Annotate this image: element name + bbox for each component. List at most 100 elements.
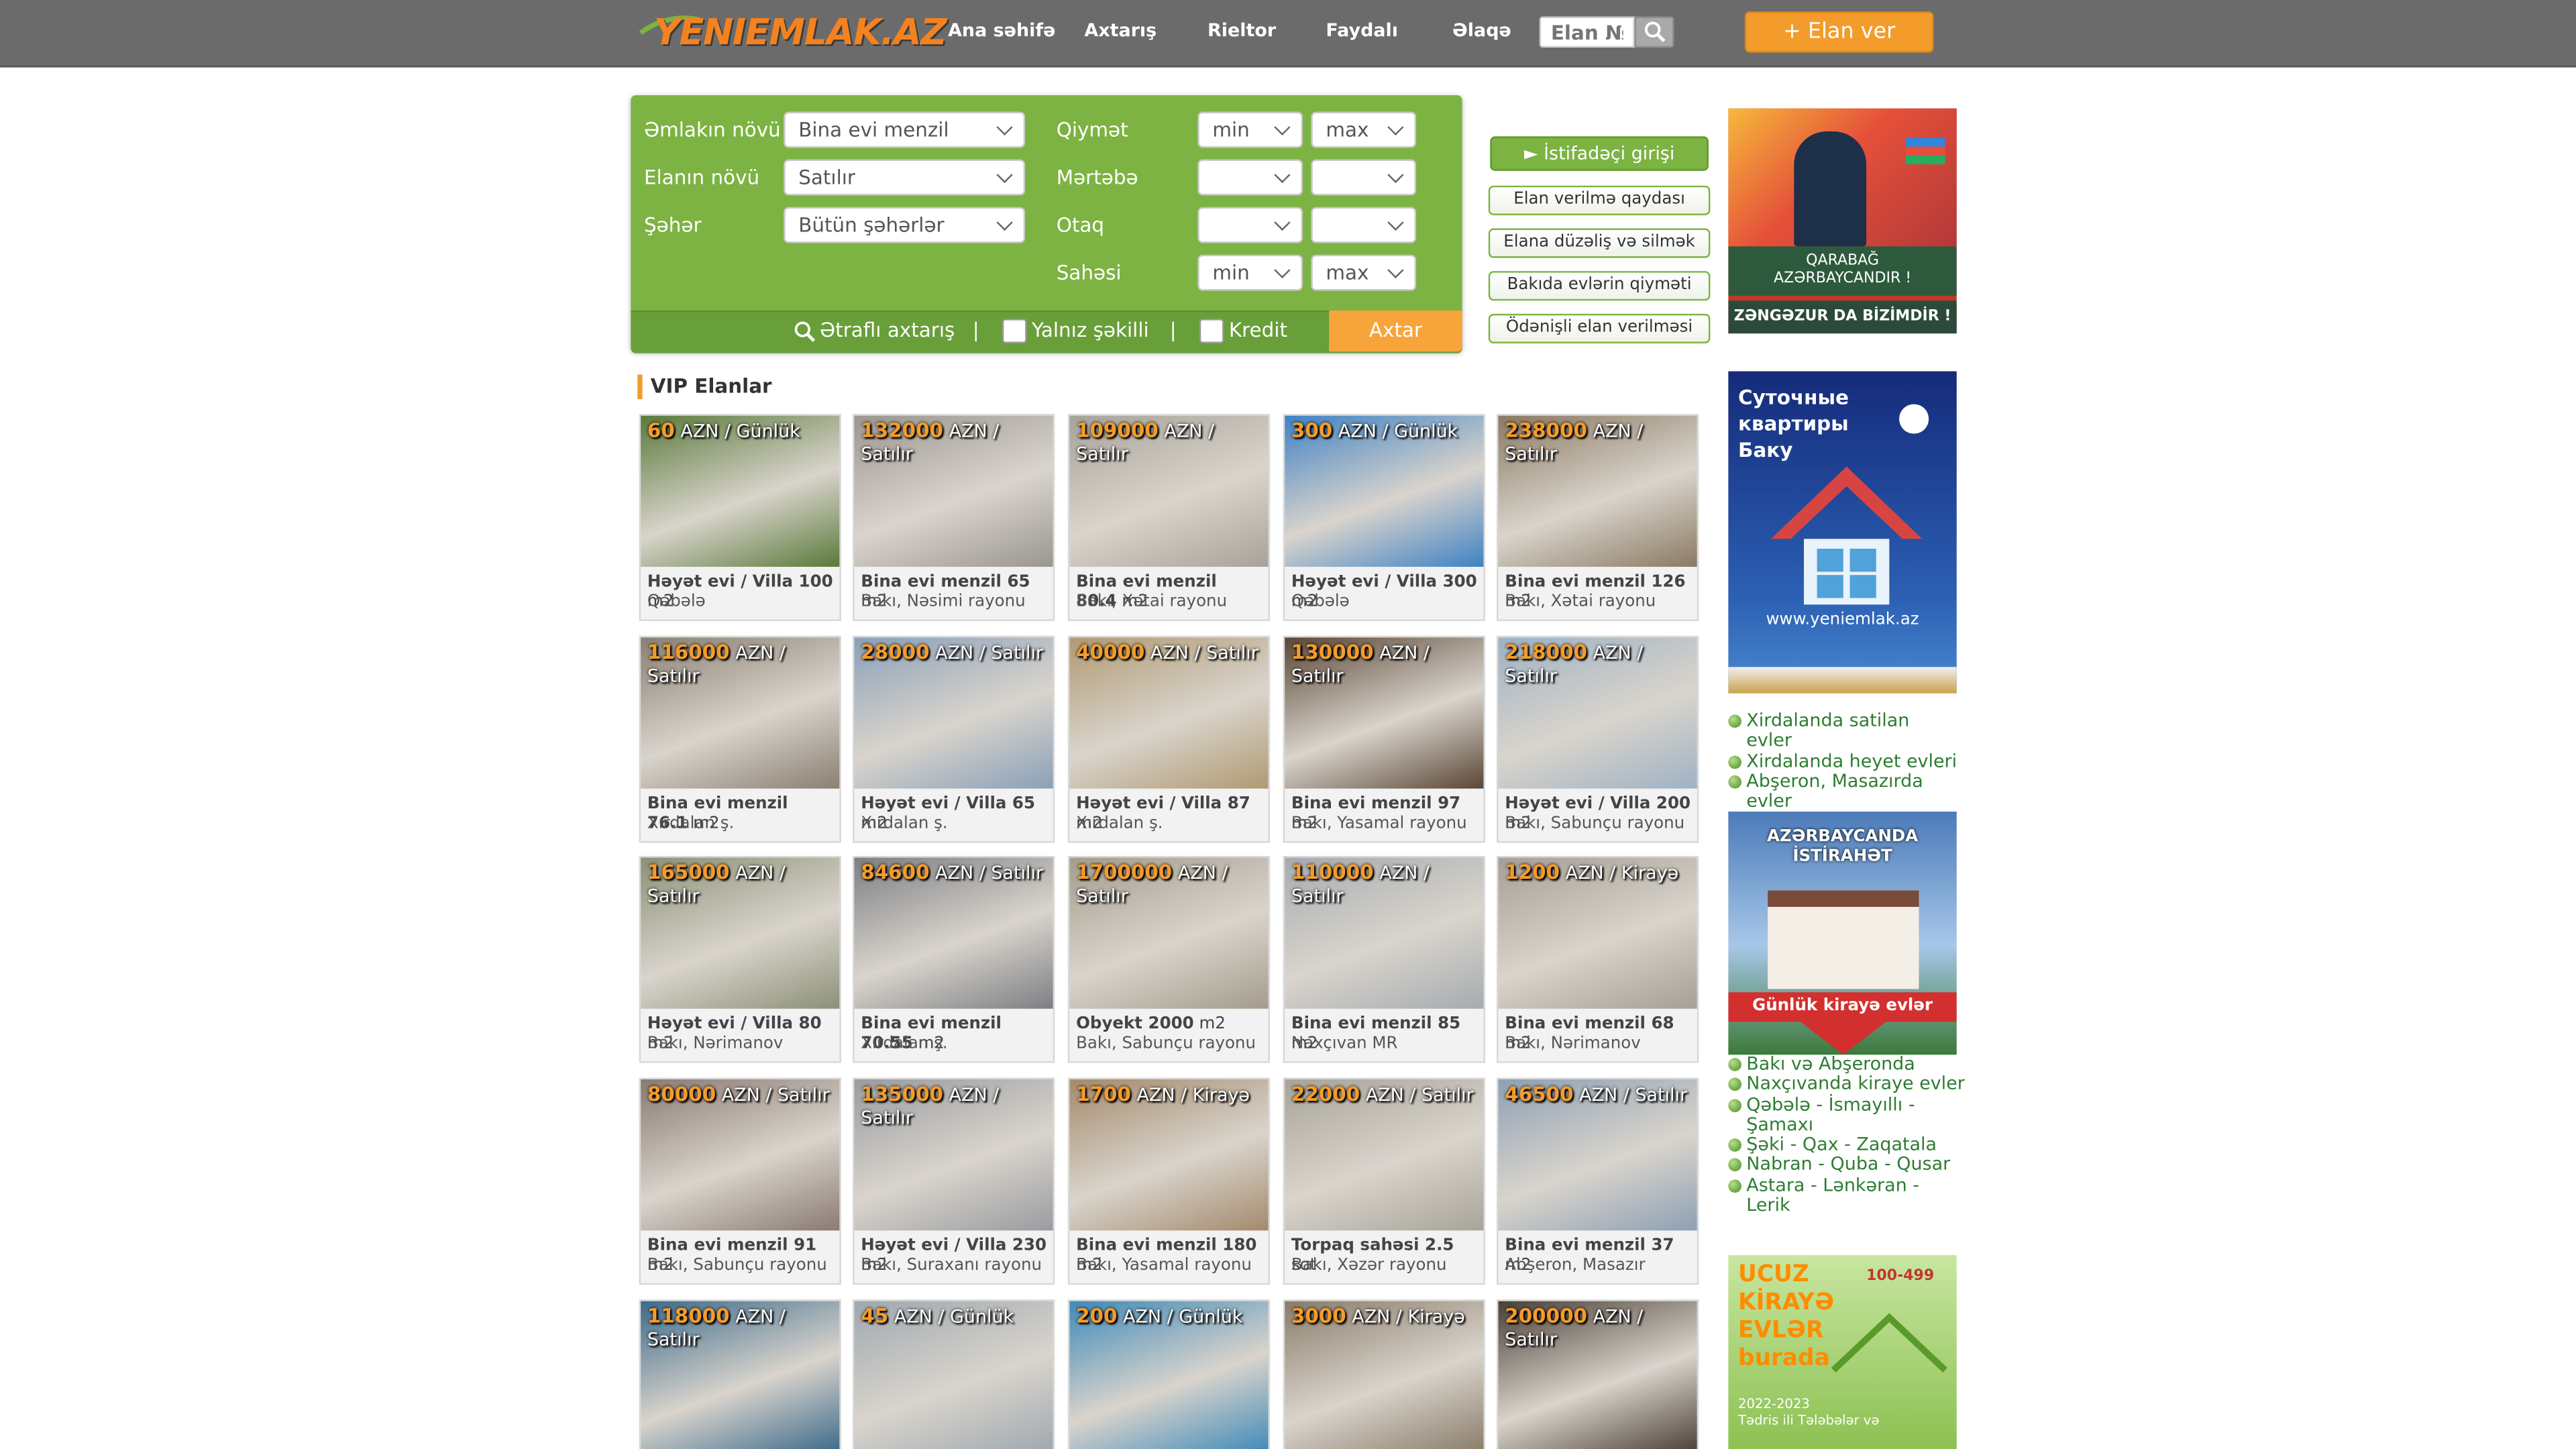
price-value: 84600 [861,861,930,884]
listing-price: 40000 AZN / Satılır [1076,641,1263,665]
listing-type: Həyət evi / Villa [647,573,794,592]
side-link[interactable]: Xirdalanda heyet evleri [1728,751,1958,772]
house-icon [1771,466,1923,605]
listing-card[interactable]: 3000 AZN / Kirayə [1283,1299,1485,1449]
price-value: 165000 [647,861,730,884]
area-min-select[interactable]: min [1197,254,1303,291]
listing-card[interactable]: 46500 AZN / Satılır Bina evi menzil 37 m2… [1497,1077,1699,1285]
nav-useful[interactable]: Faydalı [1326,19,1398,41]
side-link[interactable]: Astara - Lənkəran - Lerik [1728,1175,1966,1216]
listing-card[interactable]: 118000 AZN / Satılır [639,1299,841,1449]
listing-location: Bakı, Xəzər rayonu [1291,1256,1447,1275]
listing-price: 165000 AZN / Satılır [647,861,835,908]
site-logo[interactable]: YENIEMLAK.AZ [637,7,947,59]
listing-size: 126 [1651,573,1686,592]
listing-card[interactable]: 109000 AZN / Satılır Bina evi menzil 80.4… [1067,414,1271,621]
listing-type-size: Həyət evi / Villa 65 [861,795,1035,813]
price-value: 22000 [1291,1082,1360,1106]
advanced-search-link[interactable]: Ətraflı axtarış [820,319,955,341]
listing-card[interactable]: 218000 AZN / Satılır Həyət evi / Villa 20… [1497,635,1699,843]
listing-search-button[interactable] [1634,16,1674,48]
listing-card[interactable]: 80000 AZN / Satılır Bina evi menzil 91 m2… [639,1077,841,1285]
side-link[interactable]: Qəbələ - İsmayıllı - Şamaxı [1728,1094,1966,1135]
listing-size: 97 [1438,795,1461,814]
nav-search[interactable]: Axtarış [1084,19,1157,41]
listing-card[interactable]: 300 AZN / Günlük Həyət evi / Villa 300 m2… [1283,414,1485,621]
listing-card[interactable]: 28000 AZN / Satılır Həyət evi / Villa 65 … [853,635,1055,843]
listing-card[interactable]: 1700 AZN / Kirayə Bina evi menzil 180 m2 B… [1067,1077,1271,1285]
side-link[interactable]: Bakı və Abşeronda [1728,1053,1966,1075]
floor-min-select[interactable] [1197,159,1303,196]
listing-type: Bina evi menzil [647,795,788,814]
listing-number-input[interactable] [1539,16,1635,48]
listing-card[interactable]: 60 AZN / Günlük Həyət evi / Villa 100 m2 Q… [639,414,841,621]
page-root: YENIEMLAK.AZ Ana səhifə Axtarış Rieltor … [0,0,2576,1449]
side-link[interactable]: Şəki - Qax - Zaqatala [1728,1134,1966,1156]
listing-card[interactable]: 84600 AZN / Satılır Bina evi menzil 70.55… [853,855,1055,1063]
price-value: 60 [647,419,675,442]
listing-card[interactable]: 45 AZN / Günlük [853,1299,1055,1449]
nav-realtor[interactable]: Rieltor [1208,19,1276,41]
listing-location: Abşeron, Masazır [1505,1256,1646,1275]
listing-card[interactable]: 1200 AZN / Kirayə Bina evi menzil 68 m2 Ba… [1497,855,1699,1063]
property-type-select[interactable]: Bina evi menzil [784,111,1026,148]
listing-card[interactable]: 110000 AZN / Satılır Bina evi menzil 85 m… [1283,855,1485,1063]
listing-card[interactable]: 165000 AZN / Satılır Həyət evi / Villa 80… [639,855,841,1063]
credit-checkbox[interactable] [1199,319,1224,343]
listing-price: 132000 AZN / Satılır [861,419,1048,466]
nav-home[interactable]: Ana səhifə [948,19,1055,41]
city-select[interactable]: Bütün şəhərlər [784,207,1026,244]
side-link[interactable]: Nabran - Quba - Qusar [1728,1155,1966,1176]
listing-type-size: Bina evi menzil 65 [861,574,1030,592]
rooms-min-select[interactable] [1197,207,1303,244]
listing-size: 65 [1012,795,1036,814]
daily-apartments-banner[interactable]: Суточные квартиры Баку www.yeniemlak.az [1728,371,1957,694]
paid-listing-button[interactable]: Ödənişli elan verilməsi [1488,313,1711,343]
price-max-select[interactable]: max [1311,111,1417,148]
listing-card[interactable]: 135000 AZN / Satılır Həyət evi / Villa 23… [853,1077,1055,1285]
listing-card[interactable]: 116000 AZN / Satılır Bina evi menzil 76.1… [639,635,841,843]
listing-price: 116000 AZN / Satılır [647,641,835,688]
search-submit-button[interactable]: Axtar [1329,310,1462,352]
rest-banner[interactable]: AZƏRBAYCANDA İSTİRAHƏT Günlük kirayə evl… [1728,811,1957,1055]
post-listing-button[interactable]: + Elan ver [1744,11,1934,53]
cheap-rent-banner[interactable]: UCUZ KİRAYƏ EVLƏR burada 100-499 2022-20… [1728,1255,1957,1449]
listing-card[interactable]: 22000 AZN / Satılır Torpaq sahəsi 2.5 sot… [1283,1077,1485,1285]
listing-type: Torpaq sahəsi [1291,1237,1419,1256]
karabakh-banner[interactable]: QARABAĞ AZƏRBAYCANDIR ! ZƏNGƏZUR DA BİZİ… [1728,108,1957,334]
price-unit: AZN / Satılır [1579,1084,1688,1106]
nav-contact[interactable]: Əlaqə [1452,19,1511,41]
rooms-max-select[interactable] [1311,207,1417,244]
banner-wave [1728,667,1957,694]
edit-delete-listing-button[interactable]: Elana düzəliş və silmək [1488,228,1711,258]
listing-card[interactable]: 40000 AZN / Satılır Həyət evi / Villa 87 … [1067,635,1271,843]
listing-card[interactable]: 1700000 AZN / Satılır Obyekt 2000 m2 Bakı,… [1067,855,1271,1063]
listing-type-select[interactable]: Satılır [784,159,1026,196]
karabakh-text: QARABAĞ AZƏRBAYCANDIR ! [1728,246,1957,296]
listing-location: Bakı, Xətai rayonu [1505,593,1656,612]
posting-rules-button[interactable]: Elan verilmə qaydası [1488,185,1711,215]
listing-type-value: Satılır [798,166,856,189]
side-link[interactable]: Xirdalanda satilan evler [1728,710,1958,751]
listing-location: Bakı, Sabunçu rayonu [647,1256,827,1275]
price-min-select[interactable]: min [1197,111,1303,148]
footer-separator: | [1169,319,1177,342]
listing-card[interactable]: 130000 AZN / Satılır Bina evi menzil 97 m… [1283,635,1485,843]
listing-size-unit: m2 [1199,1015,1226,1034]
price-value: 200000 [1505,1304,1588,1328]
listing-card[interactable]: 132000 AZN / Satılır Bina evi menzil 65 m… [853,414,1055,621]
baku-prices-button[interactable]: Bakıda evlərin qiyməti [1488,271,1711,301]
user-login-button[interactable]: ► İstifadəçi girişi [1490,136,1709,171]
listing-card[interactable]: 200000 AZN / Satılır [1497,1299,1699,1449]
price-value: 1700 [1076,1082,1131,1106]
listing-card[interactable]: 200 AZN / Günlük [1067,1299,1271,1449]
listing-title[interactable]: Obyekt 2000 m2 [1076,1015,1262,1034]
floor-max-select[interactable] [1311,159,1417,196]
side-link[interactable]: Abşeron, Masazırda evler [1728,771,1958,812]
side-link[interactable]: Naxçıvanda kiraye evler [1728,1073,1966,1095]
listing-type: Həyət evi / Villa [1505,795,1651,814]
listing-location: Xırdalan ş. [1076,814,1163,833]
area-max-select[interactable]: max [1311,254,1417,291]
photos-only-checkbox[interactable] [1002,319,1027,343]
listing-card[interactable]: 238000 AZN / Satılır Bina evi menzil 126 … [1497,414,1699,621]
